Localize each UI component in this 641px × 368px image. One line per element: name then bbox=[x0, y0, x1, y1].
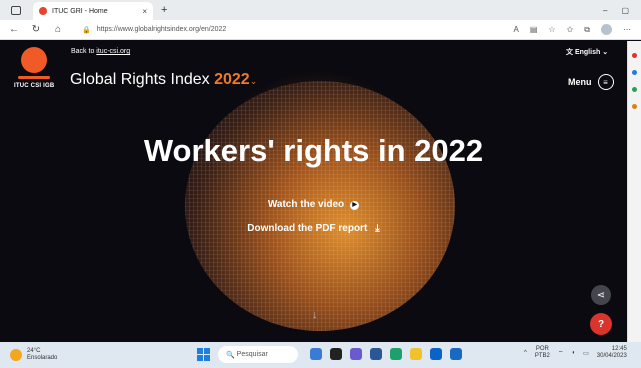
more-icon[interactable]: ⋯ bbox=[623, 25, 631, 34]
wifi-icon[interactable]: ⌔ bbox=[558, 349, 564, 357]
start-button[interactable] bbox=[197, 348, 210, 361]
language-label: English bbox=[574, 49, 601, 56]
chevron-down-icon[interactable]: ⌄ bbox=[250, 76, 258, 86]
taskbar-app-icon[interactable] bbox=[330, 348, 342, 360]
maximize-button[interactable]: ▢ bbox=[621, 6, 629, 15]
profile-avatar[interactable] bbox=[601, 24, 612, 35]
lang-code: POR bbox=[535, 346, 549, 352]
collections-icon[interactable]: ⧉ bbox=[584, 25, 590, 35]
sidebar-app-icon[interactable] bbox=[632, 104, 637, 109]
favorite-icon[interactable]: ☆ bbox=[548, 25, 555, 34]
play-icon: ▶ bbox=[350, 201, 360, 210]
translate-icon: 文 bbox=[566, 49, 573, 56]
sidebar-app-icon[interactable] bbox=[632, 70, 637, 75]
back-to-ituc-link[interactable]: Back to ituc-csi.org bbox=[71, 48, 130, 55]
logo-text: ITUC CSI IGB bbox=[14, 83, 55, 89]
search-icon: 🔍 bbox=[226, 351, 237, 359]
sun-icon bbox=[10, 349, 22, 361]
watch-video-label: Watch the video bbox=[267, 199, 345, 210]
browser-sidebar bbox=[627, 41, 641, 342]
refresh-icon[interactable]: ↻ bbox=[28, 24, 44, 35]
input-language[interactable]: POR PTB2 bbox=[535, 346, 550, 360]
date: 30/04/2023 bbox=[596, 353, 627, 359]
favicon-icon bbox=[39, 7, 47, 15]
taskbar: 24°C Ensolarado 🔍 Pesquisar ^ POR PTB2 ⌔… bbox=[0, 342, 641, 368]
ituc-logo-bar bbox=[18, 76, 50, 79]
chevron-up-icon[interactable]: ^ bbox=[524, 350, 527, 356]
read-aloud-icon[interactable]: A bbox=[514, 25, 519, 34]
minimize-button[interactable]: – bbox=[603, 6, 607, 15]
lock-icon: 🔒 bbox=[82, 26, 91, 34]
download-report-link[interactable]: Download the PDF report ⤓ bbox=[0, 223, 627, 234]
url-field[interactable]: 🔒 https://www.globalrightsindex.org/en/2… bbox=[74, 22, 474, 37]
year-selector[interactable]: 2022 bbox=[214, 71, 250, 88]
temperature: 24°C bbox=[27, 348, 41, 354]
help-icon: ? bbox=[597, 318, 605, 330]
back-link-prefix: Back to bbox=[71, 48, 97, 55]
share-button[interactable]: ⋖ bbox=[591, 285, 611, 305]
menu-label: Menu bbox=[568, 77, 592, 87]
tab-close-icon[interactable]: × bbox=[142, 7, 147, 16]
download-icon: ⤓ bbox=[375, 223, 380, 234]
taskbar-app-icon[interactable] bbox=[450, 348, 462, 360]
volume-icon[interactable]: ◖ bbox=[571, 350, 575, 356]
back-link-url[interactable]: ituc-csi.org bbox=[96, 48, 130, 55]
weather-widget[interactable]: 24°C Ensolarado bbox=[10, 348, 57, 362]
download-report-label: Download the PDF report bbox=[247, 223, 368, 234]
web-page: ITUC CSI IGB Back to ituc-csi.org Global… bbox=[0, 41, 627, 342]
tab-strip: ITUC GRI - Home × + – ▢ bbox=[0, 0, 641, 20]
taskbar-app-icon[interactable] bbox=[370, 348, 382, 360]
menu-button[interactable]: Menu ≡ bbox=[568, 74, 614, 90]
site-title-text: Global Rights Index bbox=[70, 71, 210, 88]
address-bar: ← ↻ ⌂ 🔒 https://www.globalrightsindex.or… bbox=[0, 20, 641, 40]
new-tab-button[interactable]: + bbox=[161, 4, 167, 16]
taskbar-app-icon[interactable] bbox=[350, 348, 362, 360]
immersive-reader-icon[interactable]: ▤ bbox=[530, 25, 538, 34]
taskbar-app-icon[interactable] bbox=[310, 348, 322, 360]
sidebar-app-icon[interactable] bbox=[632, 53, 637, 58]
tab-actions-icon[interactable] bbox=[11, 5, 21, 15]
hero-title: Workers' rights in 2022 bbox=[143, 133, 484, 168]
home-icon[interactable]: ⌂ bbox=[50, 24, 66, 35]
tab-title: ITUC GRI - Home bbox=[52, 7, 108, 15]
back-icon[interactable]: ← bbox=[6, 24, 22, 35]
browser-tab[interactable]: ITUC GRI - Home × bbox=[33, 2, 153, 20]
file-explorer-icon[interactable] bbox=[410, 348, 422, 360]
weather-description: Ensolarado bbox=[27, 355, 58, 361]
taskbar-search[interactable]: 🔍 Pesquisar bbox=[218, 346, 298, 363]
mail-icon[interactable] bbox=[430, 348, 442, 360]
battery-icon[interactable]: ▭ bbox=[583, 350, 589, 357]
scroll-down-icon[interactable]: ↓ bbox=[312, 309, 318, 321]
language-selector[interactable]: 文 English ⌄ bbox=[566, 47, 608, 57]
favorites-icon[interactable]: ✩ bbox=[567, 25, 574, 34]
chevron-down-icon: ⌄ bbox=[602, 49, 609, 56]
clock[interactable]: 12:45 30/04/2023 bbox=[597, 346, 627, 360]
site-title[interactable]: Global Rights Index 2022⌄ bbox=[70, 71, 257, 89]
edge-icon[interactable] bbox=[390, 348, 402, 360]
share-icon: ⋖ bbox=[596, 289, 606, 301]
url-text: https://www.globalrightsindex.org/en/202… bbox=[96, 26, 227, 33]
help-button[interactable]: ? bbox=[590, 313, 612, 335]
ituc-logo-icon[interactable] bbox=[21, 47, 47, 73]
sidebar-app-icon[interactable] bbox=[632, 87, 637, 92]
watch-video-link[interactable]: Watch the video ▶ bbox=[0, 199, 627, 210]
lang-layout: PTB2 bbox=[534, 353, 550, 359]
time: 12:45 bbox=[611, 346, 627, 352]
hamburger-icon: ≡ bbox=[597, 74, 614, 90]
search-placeholder: Pesquisar bbox=[236, 351, 268, 358]
